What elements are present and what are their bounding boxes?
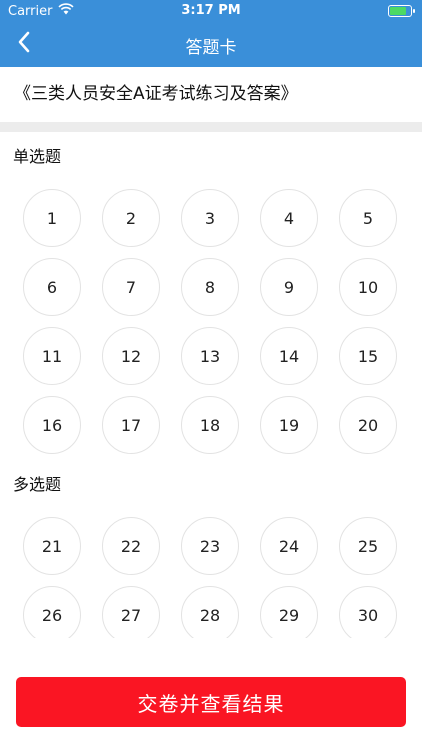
question-button[interactable]: 15 [339,327,397,385]
question-button[interactable]: 8 [181,258,239,316]
top-bar: Carrier 3:17 PM 答题卡 [0,0,422,67]
question-button[interactable]: 24 [260,517,318,575]
question-button[interactable]: 1 [23,189,81,247]
answer-sheet-scroll[interactable]: 单选题 1 2 3 4 5 6 7 8 9 10 11 12 13 14 15 16 17 18 19 20 多选题 … [0,132,422,638]
question-button[interactable]: 9 [260,258,318,316]
question-button[interactable]: 22 [102,517,160,575]
question-button[interactable]: 26 [23,586,81,638]
question-button[interactable]: 29 [260,586,318,638]
question-button[interactable]: 14 [260,327,318,385]
section-divider [0,122,422,132]
question-button[interactable]: 11 [23,327,81,385]
bottom-action-area: 交卷并查看结果 [0,638,422,750]
question-button[interactable]: 30 [339,586,397,638]
question-grid-single-choice: 1 2 3 4 5 6 7 8 9 10 11 12 13 14 15 16 17 18 19 20 [23,189,399,454]
section-label-single-choice: 单选题 [13,147,62,166]
battery-icon [388,5,415,17]
question-button[interactable]: 27 [102,586,160,638]
question-button[interactable]: 4 [260,189,318,247]
question-button[interactable]: 21 [23,517,81,575]
question-button[interactable]: 17 [102,396,160,454]
question-button[interactable]: 12 [102,327,160,385]
question-button[interactable]: 6 [23,258,81,316]
question-button[interactable]: 5 [339,189,397,247]
nav-bar: 答题卡 [0,22,422,66]
submit-and-view-results-button[interactable]: 交卷并查看结果 [16,677,406,727]
question-grid-multiple-choice: 21 22 23 24 25 26 27 28 29 30 [23,517,399,638]
question-button[interactable]: 16 [23,396,81,454]
question-button[interactable]: 25 [339,517,397,575]
question-button[interactable]: 13 [181,327,239,385]
battery-level [390,7,407,15]
question-button[interactable]: 2 [102,189,160,247]
question-button[interactable]: 10 [339,258,397,316]
section-label-multiple-choice: 多选题 [13,475,62,494]
status-time: 3:17 PM [181,3,241,18]
status-bar: Carrier 3:17 PM [0,0,422,22]
question-button[interactable]: 7 [102,258,160,316]
page-title: 答题卡 [185,38,237,58]
question-button[interactable]: 3 [181,189,239,247]
question-button[interactable]: 23 [181,517,239,575]
question-button[interactable]: 28 [181,586,239,638]
question-button[interactable]: 18 [181,396,239,454]
exam-title: 《三类人员安全A证考试练习及答案》 [0,67,422,122]
question-button[interactable]: 20 [339,396,397,454]
question-button[interactable]: 19 [260,396,318,454]
